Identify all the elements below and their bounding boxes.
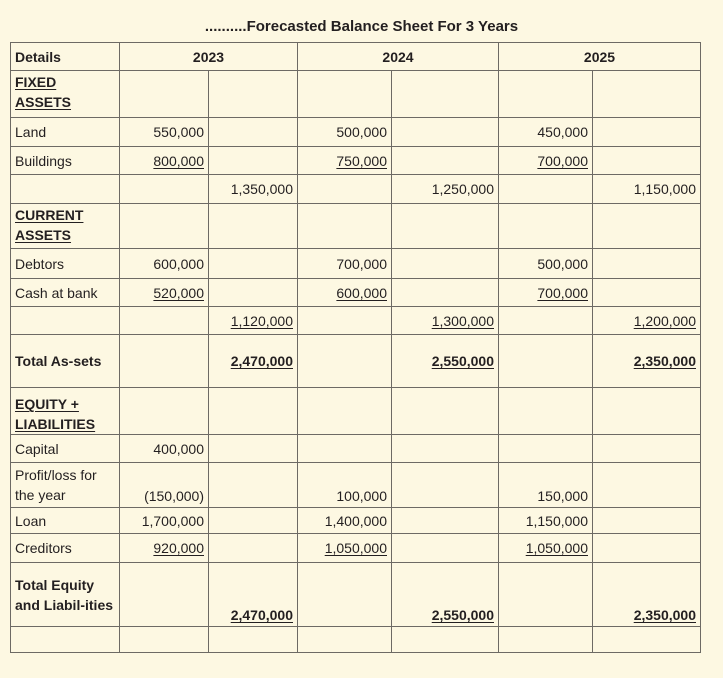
row-label-land: Land bbox=[10, 117, 120, 147]
fixed-subtotal-2025: 1,150,000 bbox=[592, 174, 701, 204]
fixed-assets-heading-row: FIXED ASSETS bbox=[10, 70, 701, 118]
total-equity-2024: 2,550,000 bbox=[431, 607, 494, 623]
header-2024: 2024 bbox=[297, 42, 499, 71]
balance-sheet-table: Details 2023 2024 2025 FIXED ASSETS Land… bbox=[10, 42, 701, 653]
loan-2023: 1,700,000 bbox=[119, 507, 209, 534]
buildings-2024: 750,000 bbox=[336, 152, 387, 169]
total-assets-2024: 2,550,000 bbox=[431, 353, 494, 369]
header-2023: 2023 bbox=[119, 42, 298, 71]
equity-heading: EQUITY + LIABILITIES bbox=[10, 387, 120, 435]
current-subtotal-2024: 1,300,000 bbox=[431, 312, 494, 329]
land-2024: 500,000 bbox=[297, 117, 392, 147]
land-2025: 450,000 bbox=[498, 117, 593, 147]
empty-row bbox=[10, 626, 701, 653]
table-row: Cash at bank 520,000 600,000 700,000 bbox=[10, 278, 701, 307]
row-label-total-assets: Total As-sets bbox=[10, 334, 120, 388]
buildings-2025: 700,000 bbox=[537, 152, 588, 169]
capital-2023: 400,000 bbox=[119, 434, 209, 463]
land-2023: 550,000 bbox=[119, 117, 209, 147]
current-subtotal-2023: 1,120,000 bbox=[230, 312, 293, 329]
cash-2025: 700,000 bbox=[537, 284, 588, 301]
debtors-2025: 500,000 bbox=[498, 248, 593, 279]
table-row: Buildings 800,000 750,000 700,000 bbox=[10, 146, 701, 175]
creditors-2024: 1,050,000 bbox=[324, 540, 387, 556]
row-label-creditors: Creditors bbox=[10, 533, 120, 563]
table-row: Profit/loss for the year (150,000) 100,0… bbox=[10, 462, 701, 508]
table-row: Debtors 600,000 700,000 500,000 bbox=[10, 248, 701, 279]
header-row: Details 2023 2024 2025 bbox=[10, 42, 701, 71]
table-row: Creditors 920,000 1,050,000 1,050,000 bbox=[10, 533, 701, 563]
cash-2023: 520,000 bbox=[153, 284, 204, 301]
page-title: ..........Forecasted Balance Sheet For 3… bbox=[204, 18, 519, 35]
header-2025: 2025 bbox=[498, 42, 701, 71]
fixed-assets-heading: FIXED ASSETS bbox=[10, 70, 120, 118]
table-row: Land 550,000 500,000 450,000 bbox=[10, 117, 701, 147]
profit-2023: (150,000) bbox=[119, 462, 209, 508]
row-label-profit: Profit/loss for the year bbox=[10, 462, 120, 508]
table-row: 1,120,000 1,300,000 1,200,000 bbox=[10, 306, 701, 335]
total-equity-2025: 2,350,000 bbox=[633, 607, 696, 623]
row-label-buildings: Buildings bbox=[10, 146, 120, 175]
current-subtotal-2025: 1,200,000 bbox=[633, 312, 696, 329]
profit-2025: 150,000 bbox=[498, 462, 593, 508]
debtors-2023: 600,000 bbox=[119, 248, 209, 279]
table-row: Capital 400,000 bbox=[10, 434, 701, 463]
fixed-subtotal-2024: 1,250,000 bbox=[391, 174, 499, 204]
debtors-2024: 700,000 bbox=[297, 248, 392, 279]
loan-2024: 1,400,000 bbox=[297, 507, 392, 534]
total-assets-2023: 2,470,000 bbox=[230, 353, 293, 369]
table-row: Loan 1,700,000 1,400,000 1,150,000 bbox=[10, 507, 701, 534]
fixed-subtotal-2023: 1,350,000 bbox=[208, 174, 298, 204]
total-assets-row: Total As-sets 2,470,000 2,550,000 2,350,… bbox=[10, 334, 701, 388]
equity-heading-row: EQUITY + LIABILITIES bbox=[10, 387, 701, 435]
total-equity-row: Total Equity and Liabil-ities 2,470,000 … bbox=[10, 562, 701, 627]
table-row: 1,350,000 1,250,000 1,150,000 bbox=[10, 174, 701, 204]
header-details: Details bbox=[10, 42, 120, 71]
total-assets-2025: 2,350,000 bbox=[633, 353, 696, 369]
creditors-2023: 920,000 bbox=[153, 540, 204, 556]
cash-2024: 600,000 bbox=[336, 284, 387, 301]
row-label-total-equity: Total Equity and Liabil-ities bbox=[10, 562, 120, 627]
total-equity-2023: 2,470,000 bbox=[230, 607, 293, 623]
profit-2024: 100,000 bbox=[297, 462, 392, 508]
row-label-cash: Cash at bank bbox=[10, 278, 120, 307]
row-label-loan: Loan bbox=[10, 507, 120, 534]
current-assets-heading-row: CURRENT ASSETS bbox=[10, 203, 701, 249]
buildings-2023: 800,000 bbox=[153, 152, 204, 169]
loan-2025: 1,150,000 bbox=[498, 507, 593, 534]
creditors-2025: 1,050,000 bbox=[525, 540, 588, 556]
row-label-capital: Capital bbox=[10, 434, 120, 463]
row-label-debtors: Debtors bbox=[10, 248, 120, 279]
current-assets-heading: CURRENT ASSETS bbox=[10, 203, 120, 249]
